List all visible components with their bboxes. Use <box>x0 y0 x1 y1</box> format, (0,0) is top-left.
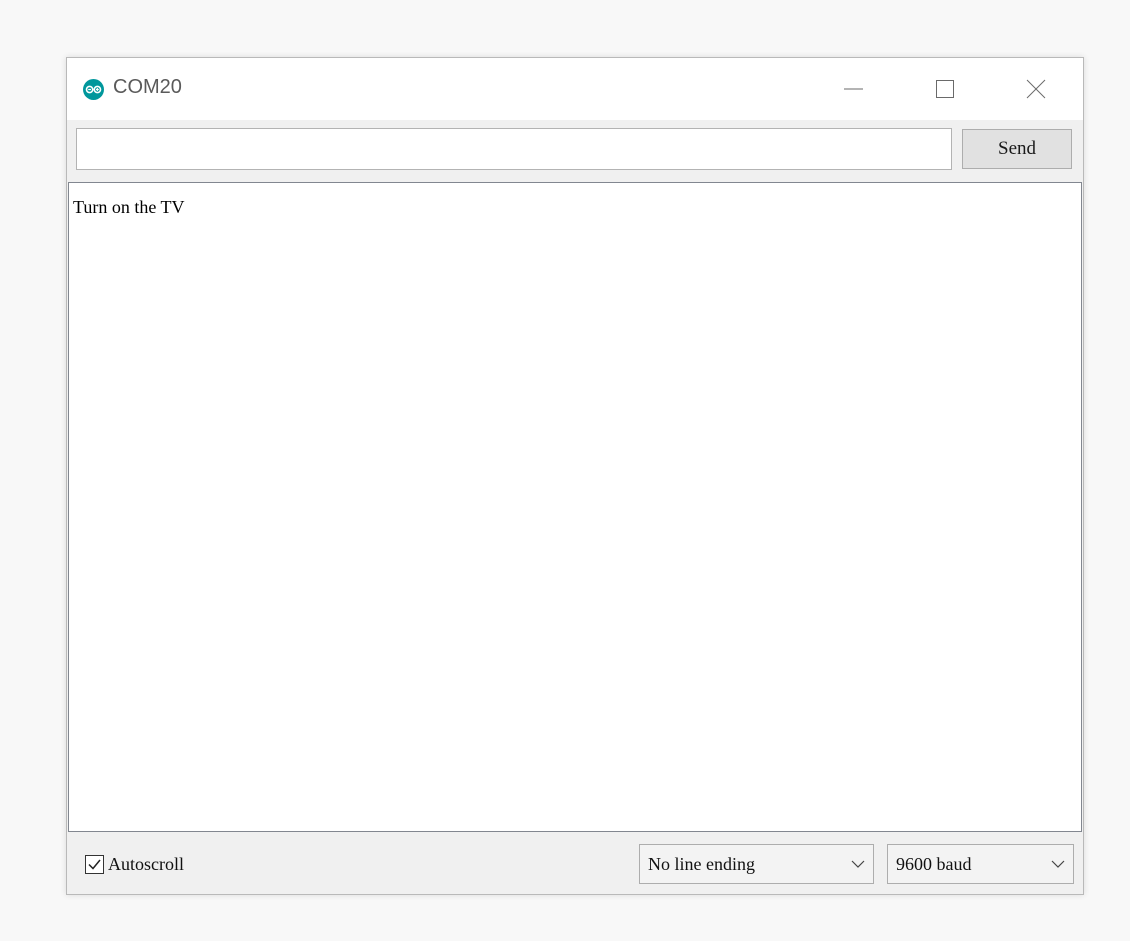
send-button[interactable]: Send <box>962 129 1072 169</box>
maximize-button[interactable] <box>922 58 968 120</box>
maximize-icon <box>936 80 954 98</box>
baud-rate-value: 9600 baud <box>896 853 972 874</box>
line-ending-value: No line ending <box>648 853 755 874</box>
autoscroll-checkbox[interactable] <box>85 855 104 874</box>
minimize-icon <box>844 88 863 90</box>
checkmark-icon <box>88 859 101 870</box>
title-bar[interactable]: COM20 <box>67 58 1083 120</box>
close-icon <box>1026 79 1046 99</box>
baud-rate-select[interactable]: 9600 baud <box>887 844 1074 884</box>
bottom-bar: Autoscroll No line ending 9600 baud <box>67 832 1083 894</box>
output-line: Turn on the TV <box>73 197 185 217</box>
serial-output[interactable]: Turn on the TV <box>68 182 1082 832</box>
chevron-down-icon <box>1043 859 1073 869</box>
autoscroll-toggle[interactable]: Autoscroll <box>85 854 184 875</box>
chevron-down-icon <box>843 859 873 869</box>
arduino-logo-icon <box>83 79 104 100</box>
send-bar: Send <box>67 120 1083 182</box>
minimize-button[interactable] <box>831 58 877 120</box>
line-ending-select[interactable]: No line ending <box>639 844 874 884</box>
serial-monitor-window: COM20 Send Turn on the TV Autoscroll No … <box>66 57 1084 895</box>
window-title: COM20 <box>113 76 182 98</box>
serial-input[interactable] <box>76 128 952 170</box>
autoscroll-label: Autoscroll <box>108 854 184 874</box>
close-button[interactable] <box>1013 58 1059 120</box>
